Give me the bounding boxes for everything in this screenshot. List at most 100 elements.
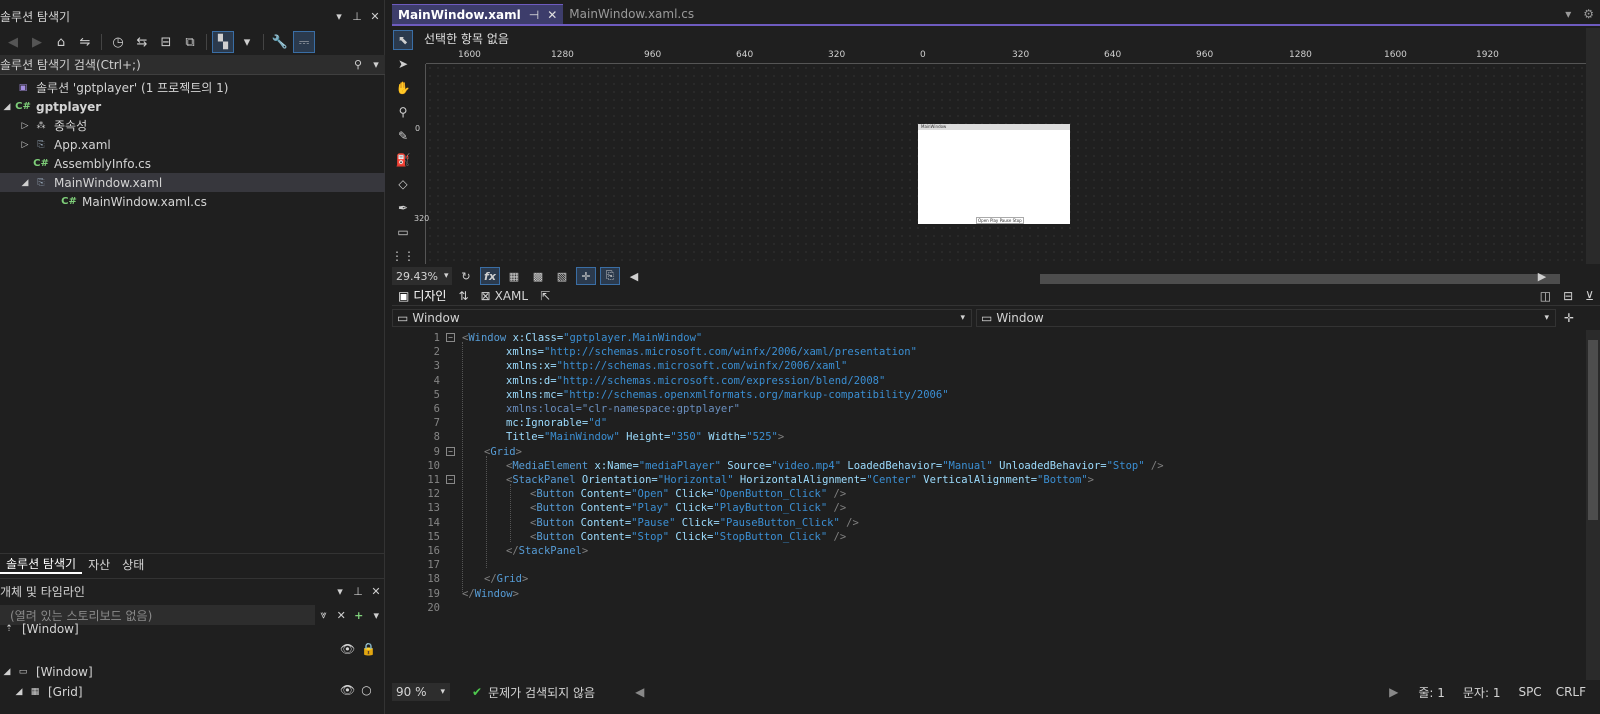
scrollbar-thumb[interactable]: [1040, 274, 1560, 284]
scroll-right-icon[interactable]: ▶: [1532, 267, 1552, 285]
tab-states[interactable]: 상태: [116, 556, 150, 573]
code-line[interactable]: xmlns="http://schemas.microsoft.com/winf…: [506, 346, 917, 358]
code-line[interactable]: Title="MainWindow" Height="350" Width="5…: [506, 431, 784, 443]
tree-item-project[interactable]: ◢ C# gptplayer: [0, 97, 385, 116]
effects-toggle[interactable]: fx: [480, 267, 500, 285]
element-dropdown-right[interactable]: ▭ Window ▾: [976, 309, 1556, 327]
show-all-files-icon[interactable]: ⧉: [179, 31, 201, 53]
filter-icon[interactable]: ▚: [212, 31, 234, 53]
lock-open-icon[interactable]: ○: [361, 683, 371, 697]
add-storyboard-icon[interactable]: +: [350, 609, 368, 622]
forward-icon[interactable]: ▶: [26, 31, 48, 53]
code-line[interactable]: mc:Ignorable="d": [506, 417, 607, 429]
code-line[interactable]: xmlns:x="http://schemas.microsoft.com/wi…: [506, 360, 847, 372]
preview-selected-icon[interactable]: ⎓: [293, 31, 315, 53]
editor-vertical-scrollbar[interactable]: [1586, 330, 1600, 680]
expanded-arrow-icon[interactable]: ◢: [0, 667, 14, 677]
split-editor-icon[interactable]: ✛: [1564, 311, 1574, 325]
snap-to-lines-icon[interactable]: ✛: [576, 267, 596, 285]
chevron-down-icon[interactable]: ▾: [330, 10, 348, 23]
code-line[interactable]: </StackPanel>: [506, 545, 588, 557]
collapse-pane-icon[interactable]: ⊻: [1579, 289, 1600, 303]
code-line[interactable]: </Window>: [462, 588, 519, 600]
tree-item-mainwindow-cs[interactable]: C# MainWindow.xaml.cs: [0, 192, 385, 211]
fold-collapse-icon[interactable]: −: [446, 475, 455, 484]
chevron-down-icon[interactable]: ▾: [367, 58, 385, 71]
element-dropdown-left[interactable]: ▭ Window ▾: [392, 309, 972, 327]
selection-tool-icon[interactable]: ⬉: [393, 30, 413, 50]
chevron-down-icon[interactable]: ▾: [367, 609, 385, 622]
search-icon[interactable]: ⚲: [349, 58, 367, 71]
rectangle-tool-icon[interactable]: ▭: [393, 222, 413, 242]
vertical-split-icon[interactable]: ◫: [1534, 289, 1557, 303]
editor-zoom-select[interactable]: 90 % ▾: [392, 683, 450, 701]
grid-toggle-icon[interactable]: ▦: [504, 267, 524, 285]
pin-icon[interactable]: ⊣: [529, 8, 539, 22]
code-line[interactable]: <Grid>: [484, 446, 522, 458]
line-indicator[interactable]: 줄: 1: [1418, 684, 1445, 701]
pin-icon[interactable]: ⊥: [349, 585, 367, 598]
home-icon[interactable]: ⌂: [50, 31, 72, 53]
zoom-select[interactable]: 29.43% ▾: [392, 267, 452, 285]
background-toggle-icon[interactable]: ▧: [552, 267, 572, 285]
tab-assets[interactable]: 자산: [82, 556, 116, 573]
zoom-icon[interactable]: ⚲: [393, 102, 413, 122]
refresh-icon[interactable]: ↻: [456, 267, 476, 285]
tree-item-solution[interactable]: ▣ 솔루션 'gptplayer' (1 프로젝트의 1): [0, 78, 385, 97]
close-icon[interactable]: ✕: [547, 8, 557, 22]
tree-item-assemblyinfo[interactable]: C# AssemblyInfo.cs: [0, 154, 385, 173]
tab-overflow-icon[interactable]: ▾: [1559, 4, 1577, 24]
line-ending-indicator[interactable]: CRLF: [1556, 685, 1586, 699]
solution-explorer-search[interactable]: 솔루션 탐색기 검색(Ctrl+;) ⚲ ▾: [0, 55, 385, 75]
collapsed-arrow-icon[interactable]: ▷: [18, 140, 32, 150]
indent-indicator[interactable]: SPC: [1518, 685, 1541, 699]
eraser-icon[interactable]: ◇: [393, 174, 413, 194]
pan-hand-icon[interactable]: ✋: [393, 78, 413, 98]
code-line[interactable]: xmlns:d="http://schemas.microsoft.com/ex…: [506, 375, 885, 387]
popout-icon[interactable]: ⇱: [534, 289, 556, 303]
pending-changes-icon[interactable]: ◷: [107, 31, 129, 53]
search-input[interactable]: 솔루션 탐색기 검색(Ctrl+;): [0, 56, 349, 73]
back-icon[interactable]: ◀: [2, 31, 24, 53]
fold-collapse-icon[interactable]: −: [446, 333, 455, 342]
pen-icon[interactable]: ✒: [393, 198, 413, 218]
chevron-down-icon[interactable]: ▾: [331, 585, 349, 598]
grid-snap-icon[interactable]: ▩: [528, 267, 548, 285]
code-line[interactable]: <Button Content="Pause" Click="PauseButt…: [530, 517, 859, 529]
scrollbar-thumb[interactable]: [1588, 340, 1598, 520]
code-line[interactable]: xmlns:local="clr-namespace:gptplayer": [506, 403, 740, 415]
close-icon[interactable]: ✕: [366, 10, 384, 23]
storyboard-dropdown-icon[interactable]: ⩔: [315, 608, 333, 622]
code-line[interactable]: <Button Content="Stop" Click="StopButton…: [530, 531, 846, 543]
tree-item-mainwindow-xaml[interactable]: ◢ ⎘ MainWindow.xaml: [0, 173, 385, 192]
collapse-all-icon[interactable]: ⊟: [155, 31, 177, 53]
scope-up-icon[interactable]: ⇡: [0, 622, 18, 636]
close-storyboard-icon[interactable]: ✕: [332, 609, 350, 622]
switch-views-icon[interactable]: ⇋: [74, 31, 96, 53]
code-line[interactable]: <Button Content="Play" Click="PlayButton…: [530, 502, 846, 514]
paint-bucket-icon[interactable]: ⛽: [393, 150, 413, 170]
tab-design[interactable]: ▣ 디자인: [392, 287, 452, 304]
code-line[interactable]: <StackPanel Orientation="Horizontal" Hor…: [506, 474, 1094, 486]
lock-icon[interactable]: 🔒: [361, 642, 376, 656]
properties-wrench-icon[interactable]: 🔧: [269, 31, 291, 53]
tree-item-app-xaml[interactable]: ▷ ⎘ App.xaml: [0, 135, 385, 154]
issues-status[interactable]: 문제가 검색되지 않음: [488, 684, 595, 701]
swap-panes-icon[interactable]: ⇅: [452, 289, 474, 303]
code-line[interactable]: <Button Content="Open" Click="OpenButton…: [530, 488, 846, 500]
object-tree-item-grid[interactable]: ◢ ▦ [Grid]: [12, 682, 83, 701]
xaml-code-editor[interactable]: 1 <Window x:Class="gptplayer.MainWindow" 2…: [400, 330, 1580, 680]
code-line[interactable]: xmlns:mc="http://schemas.openxmlformats.…: [506, 389, 949, 401]
eyedropper-icon[interactable]: ✎: [393, 126, 413, 146]
fold-collapse-icon[interactable]: −: [446, 446, 455, 456]
eye-icon[interactable]: 👁: [340, 642, 355, 656]
gear-icon[interactable]: ⚙: [1577, 4, 1600, 24]
scope-up-row[interactable]: ⇡ [Window]: [0, 619, 78, 638]
object-tree-item-window[interactable]: ◢ ▭ [Window]: [0, 662, 93, 681]
scroll-right-icon[interactable]: ▶: [1389, 685, 1398, 699]
tab-solution-explorer[interactable]: 솔루션 탐색기: [0, 555, 83, 574]
horizontal-scrollbar[interactable]: [612, 270, 1560, 284]
tab-xaml[interactable]: ⊠ XAML: [475, 289, 535, 303]
horizontal-split-icon[interactable]: ⊟: [1557, 289, 1579, 303]
assets-icon[interactable]: ⋮⋮: [391, 246, 415, 266]
